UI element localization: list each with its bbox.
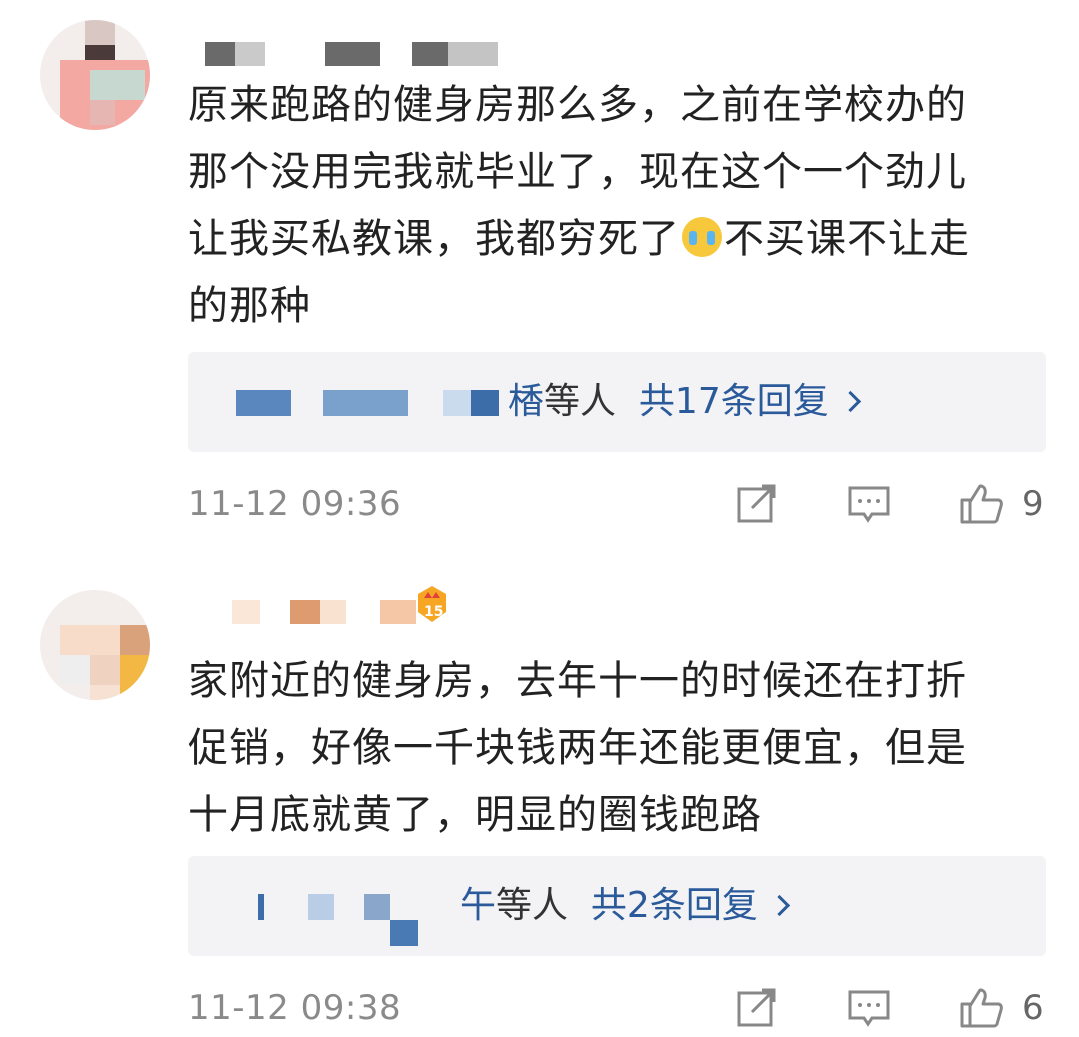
svg-text:15: 15	[424, 604, 443, 620]
reply-summary[interactable]: 午等人 共2条回复	[460, 878, 790, 934]
timestamp: 11-12 09:36	[188, 484, 402, 524]
comment-line: 十月底就黄了，明显的圈钱跑路	[188, 792, 762, 838]
like-count: 9	[1022, 484, 1044, 524]
chevron-right-icon	[768, 894, 790, 917]
thumbs-up-icon[interactable]	[958, 984, 1004, 1030]
chevron-right-icon	[839, 390, 861, 413]
comment-icon[interactable]	[846, 480, 892, 526]
reply-names-blurred	[228, 380, 508, 424]
reply-preview[interactable]: 楿等人 共17条回复	[188, 352, 1046, 452]
thumbs-up-icon[interactable]	[958, 480, 1004, 526]
reply-summary[interactable]: 楿等人 共17条回复	[508, 374, 861, 430]
comment-line: 那个没用完我就毕业了，现在这个一个劲儿	[188, 149, 967, 195]
reply-name-fragment: 楿	[508, 381, 545, 422]
reply-suffix: 等人	[496, 885, 569, 926]
comment-line: 让我买私教课，我都穷死了 不买课不让走	[188, 216, 970, 262]
comment-line: 的那种	[188, 283, 311, 329]
comment-item: 15 家附近的健身房，去年十一的时候还在打折 促销，好像一千块钱两年还能更便宜，…	[0, 560, 1079, 1037]
avatar[interactable]	[40, 20, 150, 130]
reply-name-fragment: 午	[460, 885, 497, 926]
comment-icon[interactable]	[846, 984, 892, 1030]
comment-line: 家附近的健身房，去年十一的时候还在打折	[188, 658, 967, 704]
reply-count-link[interactable]: 共2条回复	[591, 885, 758, 926]
timestamp: 11-12 09:38	[188, 988, 402, 1028]
comment-text: 家附近的健身房，去年十一的时候还在打折 促销，好像一千块钱两年还能更便宜，但是 …	[188, 648, 1048, 849]
reply-suffix: 等人	[544, 381, 617, 422]
reply-names-blurred	[228, 884, 448, 946]
crying-emoji-icon	[682, 217, 722, 257]
share-icon[interactable]	[734, 984, 780, 1030]
comment-line: 原来跑路的健身房那么多，之前在学校办的	[188, 82, 967, 128]
comment-text: 原来跑路的健身房那么多，之前在学校办的 那个没用完我就毕业了，现在这个一个劲儿 …	[188, 72, 1048, 340]
like-count: 6	[1022, 988, 1044, 1028]
reply-count-link[interactable]: 共17条回复	[639, 381, 829, 422]
vip-badge-icon: 15	[418, 586, 446, 622]
reply-preview[interactable]: 午等人 共2条回复	[188, 856, 1046, 956]
comment-meta: 11-12 09:36 9	[188, 480, 1048, 530]
avatar[interactable]	[40, 590, 150, 700]
comment-line: 促销，好像一千块钱两年还能更便宜，但是	[188, 725, 967, 771]
comment-item: 原来跑路的健身房那么多，之前在学校办的 那个没用完我就毕业了，现在这个一个劲儿 …	[0, 0, 1079, 540]
comment-meta: 11-12 09:38 6	[188, 984, 1048, 1034]
share-icon[interactable]	[734, 480, 780, 526]
